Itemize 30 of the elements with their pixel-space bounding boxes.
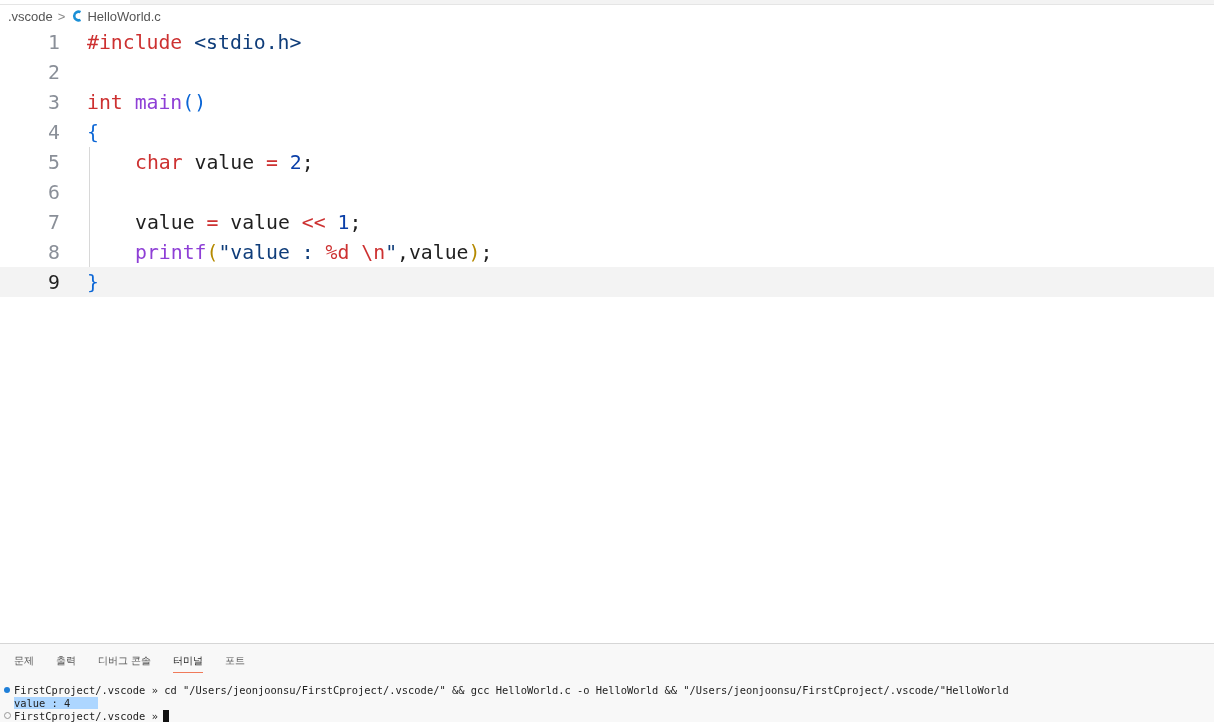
breadcrumb-folder[interactable]: .vscode: [8, 8, 53, 24]
code-line: #include <stdio.h>: [87, 30, 302, 54]
terminal-line: FirstCproject/.vscode » cd "/Users/jeonjoonsu/FirstCproject/.vscode/" && gcc HelloWorld.c -o HelloWorld && "/Users/jeonjoonsu/FirstCproject/.vscode/"HelloWorld: [14, 683, 1009, 696]
line-number: 2: [47, 60, 60, 84]
line-number: 9: [47, 270, 60, 294]
terminal-cursor: [162, 709, 169, 722]
panel-tab[interactable]: 포트: [224, 654, 245, 672]
code-line: {: [87, 120, 99, 144]
line-number: 7: [47, 210, 60, 234]
code-line: char value = 2;: [135, 150, 314, 174]
c-file-icon: [72, 9, 83, 23]
code-line: }: [87, 270, 99, 294]
line-number: 6: [47, 180, 60, 204]
line-number: 8: [47, 240, 60, 264]
line-number: 4: [47, 120, 60, 144]
selected-terminal-output: value : 4: [14, 696, 99, 709]
line-number: 5: [47, 150, 60, 174]
line-number: 1: [47, 30, 60, 54]
code-line: printf("value : %d \n",value);: [135, 240, 493, 264]
breadcrumb-separator: >: [57, 8, 66, 24]
panel-tab[interactable]: 문제: [14, 654, 34, 672]
terminal-line: FirstCproject/.vscode »: [14, 709, 158, 722]
panel-tab[interactable]: 출력: [56, 654, 76, 672]
code-line: int main(): [87, 90, 207, 114]
panel-tab[interactable]: 터미널: [172, 654, 203, 673]
status-dot: [4, 686, 10, 693]
line-number: 3: [47, 90, 60, 114]
breadcrumb-file[interactable]: HelloWorld.c: [87, 8, 161, 24]
panel-tab[interactable]: 디버그 콘솔: [98, 654, 151, 672]
code-line: value = value << 1;: [135, 210, 362, 234]
